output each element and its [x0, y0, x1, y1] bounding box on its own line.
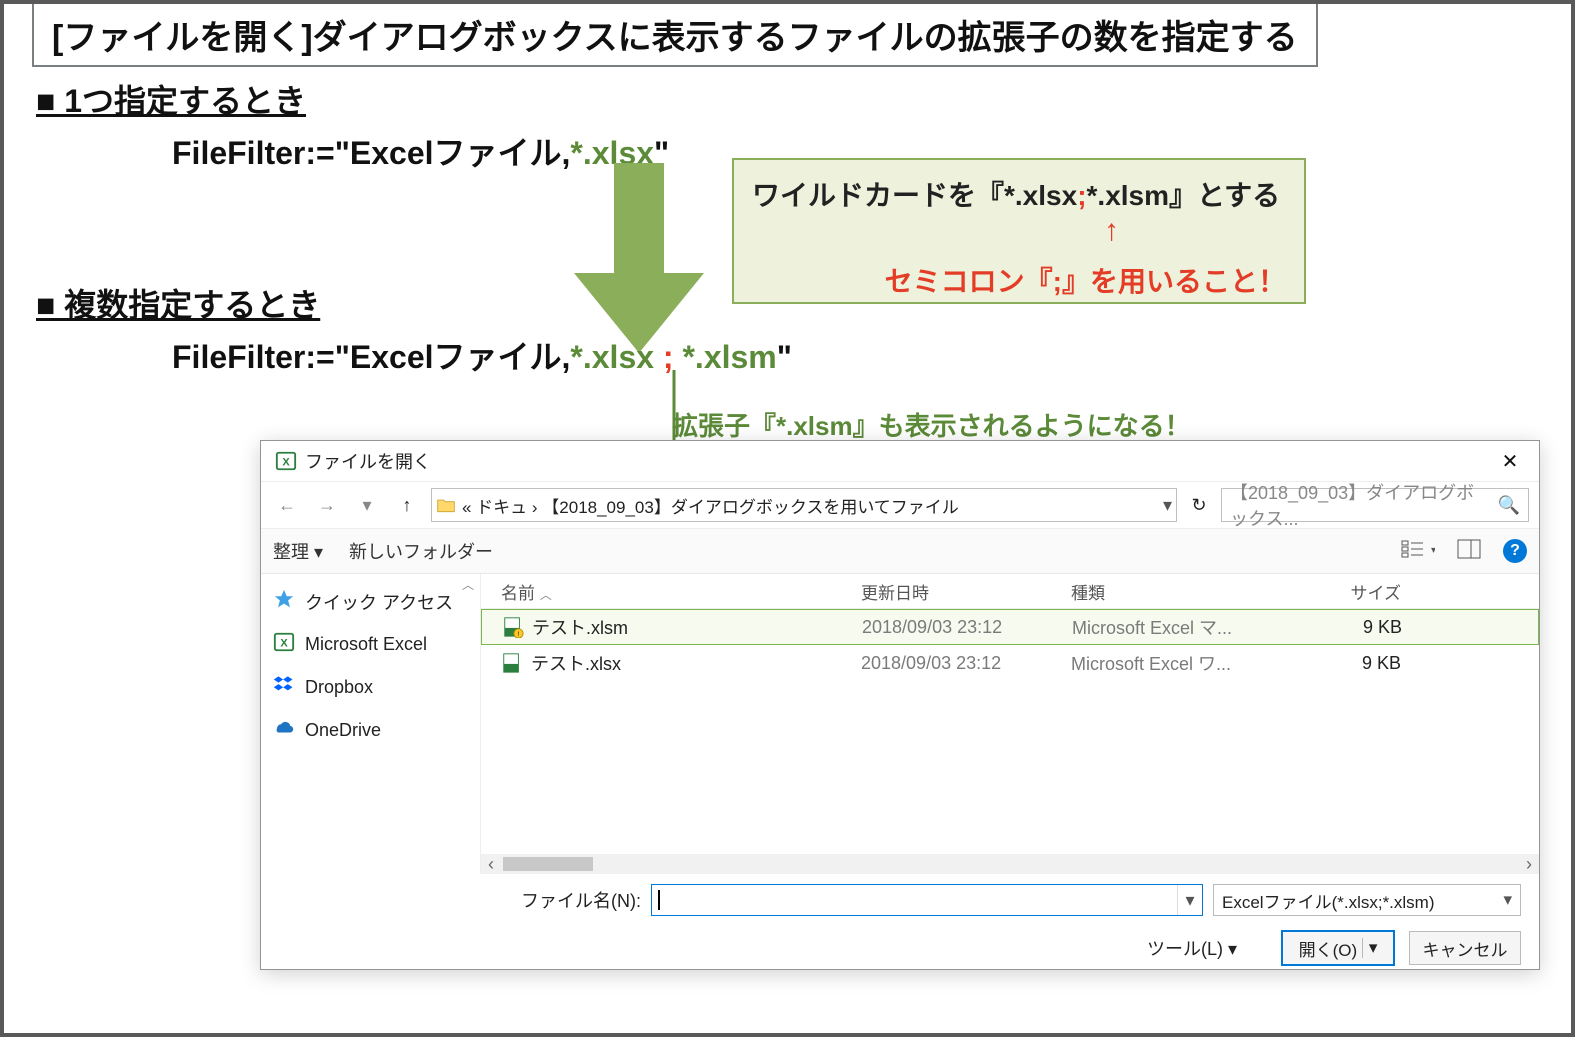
nav-dropbox-label: Dropbox — [305, 677, 373, 698]
nav-recent-button[interactable]: ▾ — [351, 489, 383, 521]
nav-forward-button[interactable]: → — [311, 489, 343, 521]
nav-scroll-up-icon[interactable]: ︿ — [462, 576, 474, 593]
organize-button[interactable]: 整理 ▾ — [273, 538, 323, 564]
section1-heading: ■ 1つ指定するとき — [36, 76, 1539, 122]
file-type: Microsoft Excel ワ... — [1071, 650, 1311, 676]
dialog-titlebar: X ファイルを開く ✕ — [261, 441, 1539, 482]
nav-back-button[interactable]: ← — [271, 489, 303, 521]
section2-heading: ■ 複数指定するとき — [36, 280, 792, 326]
open-split-icon[interactable]: ▾ — [1362, 938, 1378, 958]
up-arrow-icon: ↑ — [1104, 214, 1119, 248]
file-size: 9 KB — [1312, 617, 1432, 638]
dialog-bottom: ファイル名(N): ▾ Excelファイル(*.xlsx;*.xlsm) ▾ ツ… — [261, 874, 1539, 970]
file-date: 2018/09/03 23:12 — [862, 617, 1072, 638]
code2-ext1: *.xlsx — [570, 339, 654, 375]
file-row[interactable]: ! テスト.xlsm 2018/09/03 23:12 Microsoft Ex… — [481, 609, 1539, 645]
file-name: テスト.xlsm — [532, 614, 862, 640]
svg-text:!: ! — [518, 631, 520, 638]
svg-text:X: X — [280, 638, 288, 650]
code1-prefix: FileFilter:="Excelファイル, — [172, 135, 570, 171]
open-button-label: 開く(O) — [1299, 936, 1358, 961]
dropbox-icon — [273, 674, 295, 701]
folder-icon — [436, 495, 456, 515]
nav-excel[interactable]: X Microsoft Excel — [261, 623, 480, 666]
code2-suffix: " — [777, 339, 792, 375]
callout-line1-pre: ワイルドカードを『*.xlsx — [752, 180, 1077, 211]
close-button[interactable]: ✕ — [1487, 445, 1533, 477]
nav-pane: ︿ クイック アクセス X Microsoft Excel — [261, 574, 481, 874]
dialog-toolbar: 整理 ▾ 新しいフォルダー ▾ ? — [261, 529, 1539, 574]
scroll-left-icon[interactable]: ‹ — [481, 854, 501, 875]
file-open-dialog: X ファイルを開く ✕ ← → ▾ ↑ « ドキュ › 【2018_09_03】… — [260, 440, 1540, 970]
xlsx-file-icon — [501, 652, 523, 674]
nav-up-button[interactable]: ↑ — [391, 489, 423, 521]
sort-indicator-icon: ︿ — [540, 588, 552, 602]
svg-text:X: X — [282, 457, 290, 469]
filter-value-label: Excelファイル(*.xlsx;*.xlsm) — [1222, 888, 1435, 913]
file-name: テスト.xlsx — [531, 650, 861, 676]
cancel-button[interactable]: キャンセル — [1409, 931, 1521, 965]
excel-icon: X — [273, 631, 295, 658]
scrollbar-thumb[interactable] — [503, 857, 593, 871]
view-options-button[interactable]: ▾ — [1401, 539, 1435, 564]
code2-ext2: *.xlsm — [682, 339, 776, 375]
horizontal-scrollbar[interactable]: ‹ › — [481, 854, 1539, 874]
search-icon: 🔍 — [1498, 495, 1520, 516]
col-name[interactable]: 名前 ︿ — [501, 579, 861, 604]
file-row[interactable]: テスト.xlsx 2018/09/03 23:12 Microsoft Exce… — [481, 645, 1539, 681]
filename-dropdown-icon[interactable]: ▾ — [1177, 885, 1202, 915]
code2-prefix: FileFilter:="Excelファイル, — [172, 339, 570, 375]
result-note: 拡張子『*.xlsm』も表示されるようになる！ — [672, 406, 1191, 443]
breadcrumb[interactable]: « ドキュ › 【2018_09_03】ダイアログボックスを用いてファイル — [462, 493, 959, 518]
dialog-title: ファイルを開く — [305, 448, 431, 474]
col-size[interactable]: サイズ — [1311, 579, 1431, 604]
text-cursor — [658, 890, 660, 910]
preview-pane-button[interactable] — [1457, 539, 1481, 564]
cancel-button-label: キャンセル — [1423, 936, 1508, 961]
open-button[interactable]: 開く(O) ▾ — [1281, 930, 1395, 966]
callout-box: ワイルドカードを『*.xlsx;*.xlsm』とする ↑ セミコロン『;』を用い… — [732, 158, 1306, 304]
search-placeholder: 【2018_09_03】ダイアログボックス... — [1230, 479, 1490, 531]
callout-line1: ワイルドカードを『*.xlsx;*.xlsm』とする — [752, 174, 1286, 214]
file-date: 2018/09/03 23:12 — [861, 653, 1071, 674]
file-type-filter[interactable]: Excelファイル(*.xlsx;*.xlsm) ▾ — [1213, 884, 1521, 916]
col-type[interactable]: 種類 — [1071, 579, 1311, 604]
file-type: Microsoft Excel マ... — [1072, 614, 1312, 640]
col-date[interactable]: 更新日時 — [861, 579, 1071, 604]
filter-dropdown-icon[interactable]: ▾ — [1503, 890, 1512, 910]
address-dropdown-icon[interactable]: ▾ — [1163, 495, 1172, 516]
address-bar[interactable]: « ドキュ › 【2018_09_03】ダイアログボックスを用いてファイル ▾ — [431, 488, 1177, 522]
callout-semicolon-highlight: ; — [1077, 180, 1086, 211]
search-input[interactable]: 【2018_09_03】ダイアログボックス... 🔍 — [1221, 488, 1529, 522]
svg-text:▾: ▾ — [1431, 545, 1435, 556]
nav-onedrive-label: OneDrive — [305, 720, 381, 741]
xlsm-file-icon: ! — [502, 616, 524, 638]
star-icon — [273, 588, 295, 615]
help-button[interactable]: ? — [1503, 539, 1527, 563]
callout-line1-post: *.xlsm』とする — [1087, 180, 1281, 211]
scroll-right-icon[interactable]: › — [1519, 854, 1539, 875]
new-folder-button[interactable]: 新しいフォルダー — [349, 538, 493, 564]
nav-quick-access[interactable]: クイック アクセス — [261, 580, 480, 623]
onedrive-icon — [273, 717, 295, 744]
filename-label: ファイル名(N): — [511, 887, 641, 913]
excel-app-icon: X — [275, 450, 297, 472]
nav-excel-label: Microsoft Excel — [305, 634, 427, 655]
file-size: 9 KB — [1311, 653, 1431, 674]
filename-input[interactable]: ▾ — [651, 884, 1203, 916]
nav-dropbox[interactable]: Dropbox — [261, 666, 480, 709]
tools-button[interactable]: ツール(L) ▾ — [1147, 935, 1237, 961]
file-list-pane: 名前 ︿ 更新日時 種類 サイズ ! テスト.xlsm 2018/09/03 2… — [481, 574, 1539, 874]
address-bar-row: ← → ▾ ↑ « ドキュ › 【2018_09_03】ダイアログボックスを用い… — [261, 482, 1539, 529]
col-name-label: 名前 — [501, 584, 535, 603]
nav-onedrive[interactable]: OneDrive — [261, 709, 480, 752]
section2-code: FileFilter:="Excelファイル,*.xlsx ; *.xlsm" — [172, 332, 792, 378]
nav-quick-access-label: クイック アクセス — [305, 589, 453, 615]
callout-line2: セミコロン『;』を用いること！ — [752, 260, 1286, 300]
column-headers[interactable]: 名前 ︿ 更新日時 種類 サイズ — [481, 574, 1539, 609]
page-title: [ファイルを開く]ダイアログボックスに表示するファイルの拡張子の数を指定する — [32, 2, 1318, 67]
refresh-button[interactable]: ↻ — [1185, 489, 1213, 521]
